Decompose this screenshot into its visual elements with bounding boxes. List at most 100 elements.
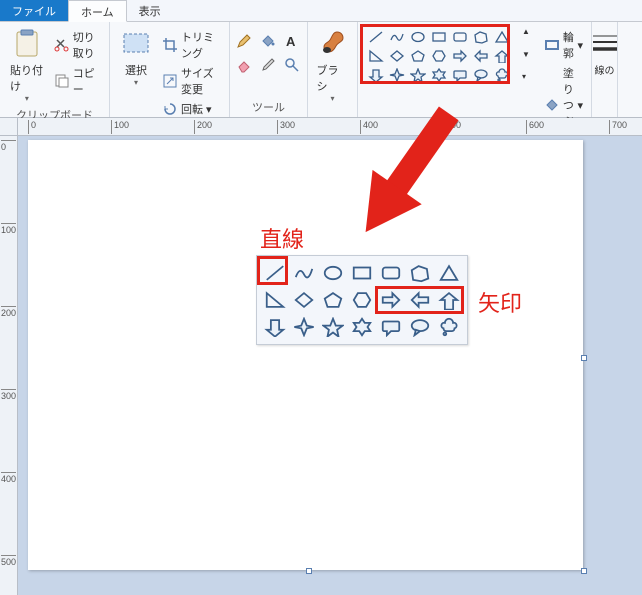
shapes-scroll-down[interactable]: ▼	[520, 49, 532, 60]
eraser-tool[interactable]	[234, 54, 256, 76]
fill-icon	[544, 97, 560, 113]
crop-icon	[162, 37, 178, 53]
shape-arrow-u[interactable]	[492, 47, 512, 65]
canvas-shape-arrow-l[interactable]	[406, 287, 434, 313]
canvas-shape-star5[interactable]	[319, 314, 347, 340]
shape-roundrect[interactable]	[450, 28, 470, 46]
rotate-icon	[162, 101, 178, 117]
canvas-shape-rect[interactable]	[348, 260, 376, 286]
canvas-shape-diamond[interactable]	[290, 287, 318, 313]
cut-button[interactable]: 切り取り	[52, 28, 103, 62]
resize-button[interactable]: サイズ変更	[160, 64, 223, 98]
outline-icon	[544, 37, 560, 53]
ruler-h-tick: 100	[111, 120, 129, 134]
tab-file[interactable]: ファイル	[0, 0, 68, 21]
shape-arrow-l[interactable]	[471, 47, 491, 65]
canvas-shape-star6[interactable]	[348, 314, 376, 340]
tab-home[interactable]: ホーム	[68, 0, 127, 22]
tab-bar: ファイル ホーム 表示	[0, 0, 642, 22]
canvas-shape-callout-cloud[interactable]	[435, 314, 463, 340]
ruler-corner	[0, 118, 18, 136]
ruler-v-tick: 300	[1, 389, 16, 401]
canvas-shape-pentagon[interactable]	[319, 287, 347, 313]
group-shapes: ▲ ▼ ▾ 輪郭 ▾ 塗りつぶし ▾ 図形	[358, 22, 592, 117]
brush-button[interactable]: ブラシ ▾	[313, 26, 353, 105]
text-tool[interactable]: A	[282, 30, 304, 52]
ruler-horizontal: 0100200300400500600700	[18, 118, 642, 136]
zoom-tool[interactable]	[282, 54, 304, 76]
shape-diamond[interactable]	[387, 47, 407, 65]
canvas-shape-right-tri[interactable]	[261, 287, 289, 313]
shape-rect[interactable]	[429, 28, 449, 46]
copy-label: コピー	[73, 65, 101, 97]
canvas-shape-arrow-u[interactable]	[435, 287, 463, 313]
canvas-shape-polygon[interactable]	[406, 260, 434, 286]
shape-triangle[interactable]	[492, 28, 512, 46]
group-brushes-label	[314, 113, 351, 115]
paste-icon	[11, 28, 43, 60]
canvas-shape-callout-round[interactable]	[377, 314, 405, 340]
canvas-handle-right[interactable]	[581, 355, 587, 361]
canvas[interactable]: 直線 矢印	[28, 140, 583, 570]
rotate-button[interactable]: 回転 ▾	[160, 100, 223, 118]
tab-view[interactable]: 表示	[127, 0, 173, 21]
ruler-v-tick: 400	[1, 472, 16, 484]
canvas-shape-arrow-r[interactable]	[377, 287, 405, 313]
canvas-shape-arrow-d[interactable]	[261, 314, 289, 340]
shape-arrow-r[interactable]	[450, 47, 470, 65]
line-label: 線の	[595, 62, 615, 77]
shape-callout-round[interactable]	[450, 66, 470, 84]
dropper-icon	[260, 57, 276, 73]
copy-button[interactable]: コピー	[52, 64, 103, 98]
picker-tool[interactable]	[258, 54, 280, 76]
canvas-shape-triangle[interactable]	[435, 260, 463, 286]
select-label: 選択	[125, 62, 147, 78]
canvas-shape-oval[interactable]	[319, 260, 347, 286]
paste-label: 貼り付け	[10, 62, 44, 94]
shape-curve[interactable]	[387, 28, 407, 46]
shape-hexagon[interactable]	[429, 47, 449, 65]
chevron-down-icon: ▾	[25, 94, 29, 103]
shapes-gallery[interactable]	[364, 26, 514, 86]
ruler-vertical: 0100200300400500	[0, 136, 18, 595]
shape-star6[interactable]	[429, 66, 449, 84]
pencil-tool[interactable]	[234, 30, 256, 52]
shape-oval[interactable]	[408, 28, 428, 46]
shape-right-tri[interactable]	[366, 47, 386, 65]
shape-polygon[interactable]	[471, 28, 491, 46]
shape-callout-oval[interactable]	[471, 66, 491, 84]
group-line: 線の	[592, 22, 618, 117]
shape-star5[interactable]	[408, 66, 428, 84]
canvas-shape-star4[interactable]	[290, 314, 318, 340]
annotation-line-label: 直線	[260, 222, 304, 254]
shapes-expand[interactable]: ▾	[520, 71, 532, 82]
canvas-shape-hexagon[interactable]	[348, 287, 376, 313]
canvas-shape-callout-oval[interactable]	[406, 314, 434, 340]
select-button[interactable]: 選択 ▾	[116, 26, 156, 89]
eraser-icon	[236, 57, 252, 73]
crop-button[interactable]: トリミング	[160, 28, 223, 62]
ruler-h-tick: 600	[526, 120, 544, 134]
canvas-handle-bottom[interactable]	[306, 568, 312, 574]
ruler-v-tick: 0	[1, 140, 16, 152]
shape-callout-cloud[interactable]	[492, 66, 512, 84]
canvas-handle-corner[interactable]	[581, 568, 587, 574]
outline-button[interactable]: 輪郭 ▾	[542, 28, 585, 62]
shapes-scroll-up[interactable]: ▲	[520, 26, 532, 37]
shape-line[interactable]	[366, 28, 386, 46]
shape-star4[interactable]	[387, 66, 407, 84]
line-width-icon	[589, 28, 621, 60]
canvas-shape-roundrect[interactable]	[377, 260, 405, 286]
canvas-shape-curve[interactable]	[290, 260, 318, 286]
crop-label: トリミング	[181, 29, 221, 61]
canvas-shapes-gallery[interactable]	[261, 260, 463, 340]
group-tools-label: ツール	[236, 97, 301, 115]
fill-tool[interactable]	[258, 30, 280, 52]
bucket-icon	[260, 33, 276, 49]
canvas-shape-line[interactable]	[261, 260, 289, 286]
shape-pentagon[interactable]	[408, 47, 428, 65]
shape-arrow-d[interactable]	[366, 66, 386, 84]
svg-text:A: A	[286, 34, 296, 49]
chevron-down-icon: ▾	[206, 103, 212, 116]
paste-button[interactable]: 貼り付け ▾	[6, 26, 48, 105]
